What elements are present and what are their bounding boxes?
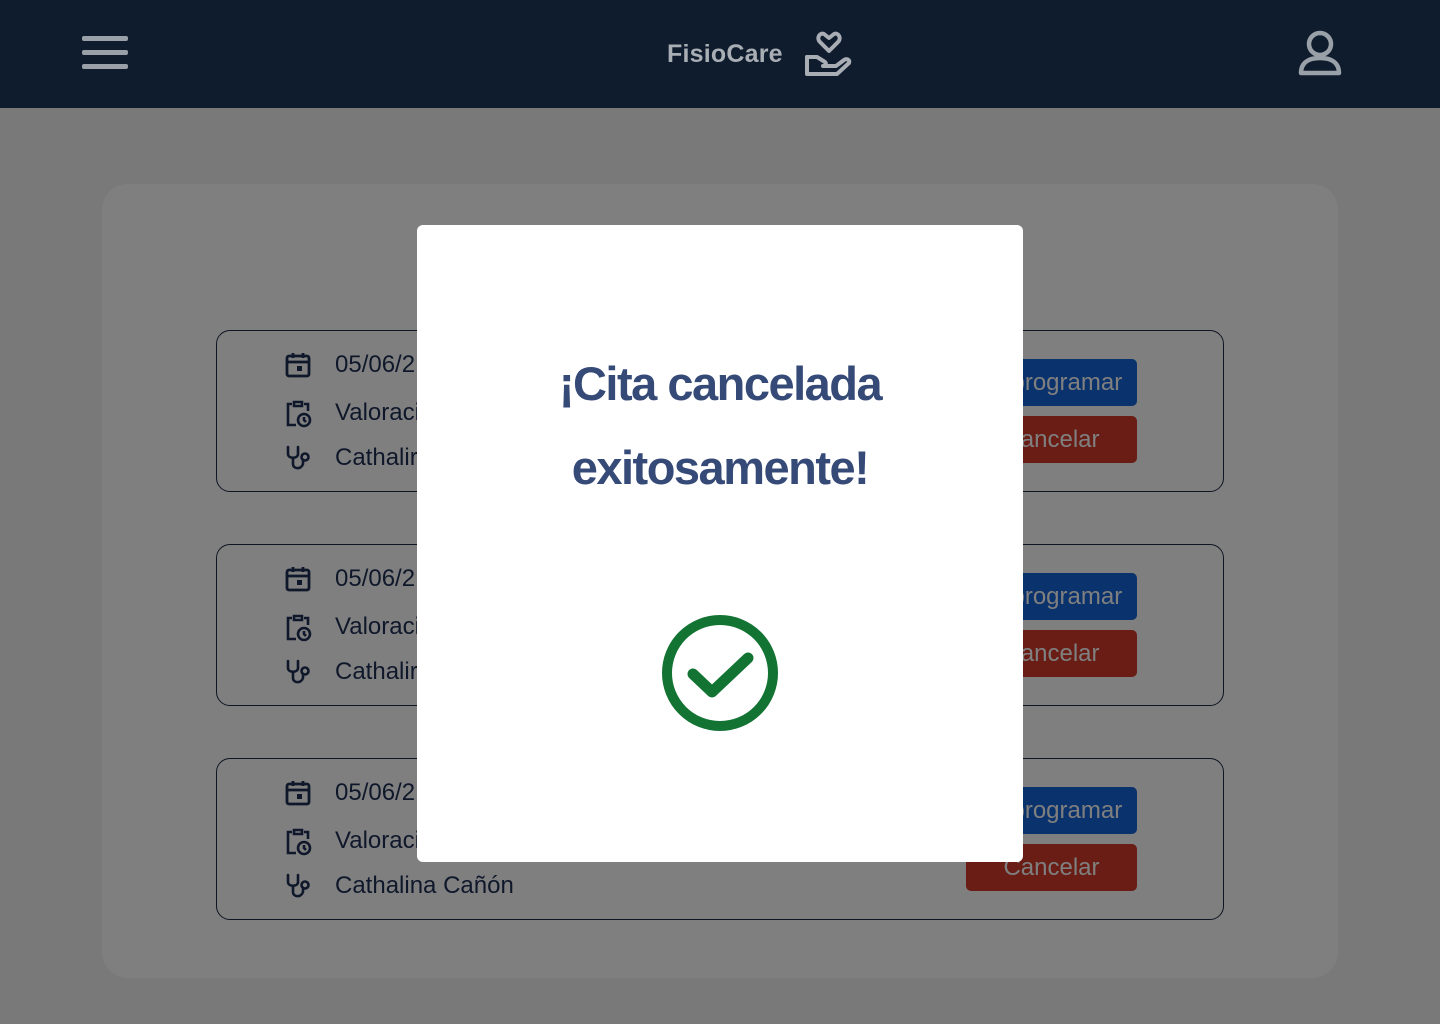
brand-name: FisioCare (667, 39, 783, 68)
menu-button[interactable] (80, 34, 130, 72)
heart-hand-icon (804, 31, 851, 76)
modal-title-line-2: exitosamente! (571, 441, 870, 494)
top-bar: FisioCare (0, 0, 1440, 108)
check-circle-icon (662, 615, 778, 731)
user-profile-icon[interactable] (1294, 28, 1346, 80)
success-modal: ¡Cita cancelada exitosamente! (417, 225, 1023, 862)
modal-title: ¡Cita cancelada exitosamente! (417, 342, 1023, 510)
modal-title-line-1: ¡Cita cancelada (558, 357, 883, 410)
brand[interactable]: FisioCare (667, 28, 853, 80)
